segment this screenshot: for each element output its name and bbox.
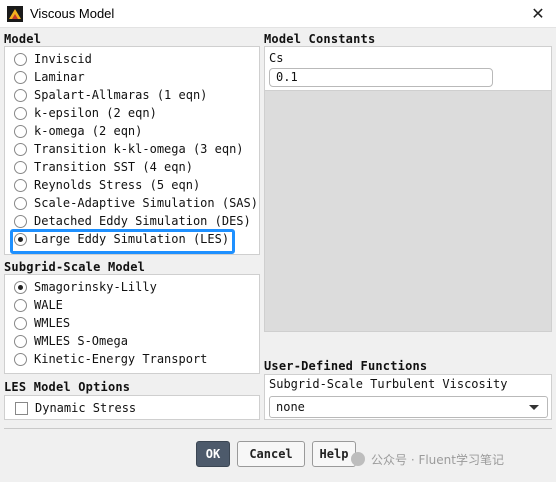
subgrid-option-label: WMLES [34,316,71,330]
udf-dropdown[interactable]: none [269,396,548,418]
radio-button[interactable] [14,52,27,66]
cancel-button[interactable]: Cancel [237,441,305,467]
wechat-icon [351,452,365,466]
cs-input[interactable]: 0.1 [269,68,493,87]
radio-button[interactable] [14,178,27,192]
model-option[interactable]: k-omega (2 eqn) [14,122,142,140]
checkbox-box[interactable] [15,401,28,415]
model-option-list: Inviscid Laminar Spalart-Allmaras (1 eqn) k… [4,46,260,255]
close-icon[interactable]: ✕ [526,2,550,26]
app-icon [7,6,23,22]
udf-label: User-Defined Functions [264,359,428,373]
udf-field-label: Subgrid-Scale Turbulent Viscosity [269,377,508,391]
les-options-label: LES Model Options [4,380,131,394]
subgrid-option-label: Smagorinsky-Lilly [34,280,157,294]
model-option[interactable]: Reynolds Stress (5 eqn) [14,176,200,194]
model-option-label: Reynolds Stress (5 eqn) [34,178,201,192]
model-option-label: Laminar [34,70,85,84]
subgrid-option[interactable]: Smagorinsky-Lilly [14,278,157,296]
model-option[interactable]: Laminar [14,68,85,86]
subgrid-option[interactable]: WALE [14,296,63,314]
les-options-group: Dynamic Stress [4,395,260,420]
dynamic-stress-label: Dynamic Stress [35,401,137,415]
separator [4,428,552,429]
radio-button[interactable] [14,298,27,312]
model-option[interactable]: Scale-Adaptive Simulation (SAS) [14,194,258,212]
radio-button[interactable] [14,334,27,348]
chevron-down-icon[interactable] [529,405,539,410]
udf-dropdown-value: none [276,400,305,414]
model-option[interactable]: Detached Eddy Simulation (DES) [14,212,251,230]
model-option-label: Detached Eddy Simulation (DES) [34,214,251,228]
subgrid-option-list: Smagorinsky-Lilly WALE WMLES WMLES S-Omega K… [4,274,260,374]
model-option[interactable]: Spalart-Allmaras (1 eqn) [14,86,207,104]
radio-button[interactable] [14,88,27,102]
radio-button[interactable] [14,196,27,210]
model-option-label: Scale-Adaptive Simulation (SAS) [34,196,258,210]
ok-button[interactable]: OK [196,441,230,467]
help-button[interactable]: Help [312,441,356,467]
subgrid-section-label: Subgrid-Scale Model [4,260,146,274]
selection-highlight [10,229,235,254]
radio-button[interactable] [14,106,27,120]
model-option-label: Transition SST (4 eqn) [34,160,193,174]
radio-button[interactable] [14,160,27,174]
subgrid-option-label: Kinetic-Energy Transport [34,352,208,366]
title-bar: Viscous Model ✕ [0,0,556,28]
subgrid-option[interactable]: Kinetic-Energy Transport [14,350,207,368]
watermark-text: 公众号 · Fluent学习笔记 [371,453,504,467]
model-option-label: Spalart-Allmaras (1 eqn) [34,88,208,102]
model-option-label: k-omega (2 eqn) [34,124,143,138]
radio-button[interactable] [14,352,27,366]
window-title: Viscous Model [30,6,115,21]
radio-button[interactable] [14,70,27,84]
radio-button[interactable] [14,142,27,156]
model-option[interactable]: Transition SST (4 eqn) [14,158,193,176]
subgrid-option[interactable]: WMLES [14,314,70,332]
model-option[interactable]: k-epsilon (2 eqn) [14,104,157,122]
subgrid-option-label: WALE [34,298,63,312]
model-option-label: Inviscid [34,52,92,66]
watermark: 公众号 · Fluent学习笔记 [351,451,504,468]
radio-button[interactable] [14,214,27,228]
model-option-label: k-epsilon (2 eqn) [34,106,157,120]
radio-button[interactable] [14,280,27,294]
model-option[interactable]: Inviscid [14,50,92,68]
model-section-label: Model [4,32,42,46]
radio-button[interactable] [14,316,27,330]
model-option-label: Transition k-kl-omega (3 eqn) [34,142,244,156]
subgrid-option-label: WMLES S-Omega [34,334,128,348]
model-option[interactable]: Transition k-kl-omega (3 eqn) [14,140,244,158]
dynamic-stress-checkbox[interactable]: Dynamic Stress [15,399,136,417]
model-constants-label: Model Constants [264,32,376,46]
radio-button[interactable] [14,124,27,138]
cs-label: Cs [269,51,284,65]
subgrid-option[interactable]: WMLES S-Omega [14,332,128,350]
